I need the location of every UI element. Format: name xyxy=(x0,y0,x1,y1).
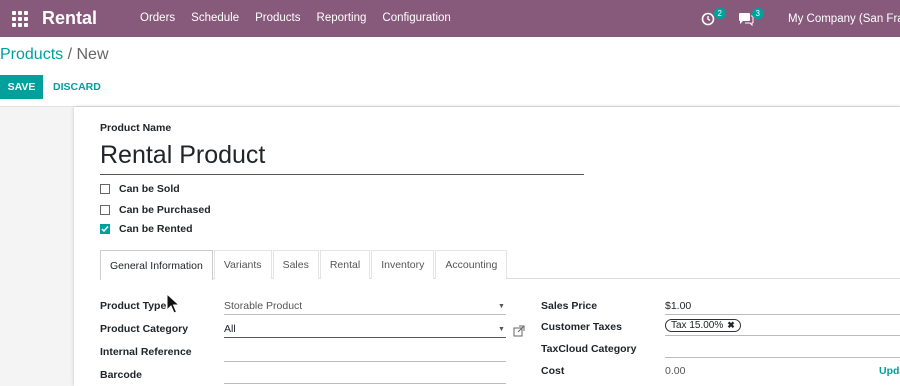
checkbox-checked-box[interactable] xyxy=(100,224,110,234)
can-be-rented-label: Can be Rented xyxy=(119,223,193,235)
product-name-input[interactable]: Rental Product xyxy=(100,139,584,175)
product-type-select[interactable]: Storable Product xyxy=(224,300,302,312)
notebook-tabs: General Information Variants Sales Renta… xyxy=(100,250,900,280)
can-be-sold-checkbox[interactable]: Can be Sold xyxy=(100,183,180,195)
taxcloud-category-input[interactable] xyxy=(665,357,900,358)
cost-value: 0.00 xyxy=(665,365,686,377)
product-category-underline xyxy=(224,337,506,338)
chevron-down-icon[interactable]: ▼ xyxy=(498,303,505,310)
chevron-down-icon[interactable]: ▼ xyxy=(498,326,505,333)
can-be-rented-checkbox[interactable]: Can be Rented xyxy=(100,223,193,235)
activity-clock-icon[interactable]: 2 xyxy=(698,7,726,28)
apps-menu-icon[interactable] xyxy=(0,0,40,37)
product-category-label: Product Category xyxy=(100,323,189,335)
remove-tag-icon[interactable]: ✖ xyxy=(727,320,735,331)
external-link-icon[interactable] xyxy=(513,324,525,337)
internal-reference-input[interactable] xyxy=(224,361,506,362)
menu-item-products[interactable]: Products xyxy=(247,0,308,37)
product-category-input[interactable]: All xyxy=(224,323,236,335)
customer-taxes-label: Customer Taxes xyxy=(541,321,622,333)
control-panel: Products / New SAVE DISCARD xyxy=(0,37,900,107)
checkbox-box[interactable] xyxy=(100,205,110,215)
product-name-label: Product Name xyxy=(100,122,172,134)
save-button[interactable]: SAVE xyxy=(0,75,43,99)
tab-rental[interactable]: Rental xyxy=(319,250,371,279)
messages-chat-icon[interactable]: 3 xyxy=(736,7,764,28)
internal-reference-label: Internal Reference xyxy=(100,346,192,358)
navbar-systray: 2 3 My Company (San Francisco) xyxy=(698,0,900,37)
can-be-sold-label: Can be Sold xyxy=(119,183,180,195)
sales-price-label: Sales Price xyxy=(541,300,598,312)
barcode-input[interactable] xyxy=(224,383,506,384)
breadcrumb: Products / New xyxy=(0,46,109,64)
discard-button[interactable]: DISCARD xyxy=(53,75,101,99)
company-switcher[interactable]: My Company (San Francisco) xyxy=(788,13,900,25)
checkmark-icon xyxy=(101,226,109,233)
menu-item-configuration[interactable]: Configuration xyxy=(374,0,458,37)
checkbox-box[interactable] xyxy=(100,184,110,194)
tab-sales[interactable]: Sales xyxy=(272,250,319,279)
taxcloud-category-label: TaxCloud Category xyxy=(541,343,637,355)
tax-tag-label: Tax 15.00% xyxy=(671,320,724,331)
breadcrumb-products-link[interactable]: Products xyxy=(0,46,63,63)
messages-badge: 3 xyxy=(751,7,764,19)
breadcrumb-separator: / xyxy=(67,46,73,63)
can-be-purchased-label: Can be Purchased xyxy=(119,204,211,216)
tab-general-information[interactable]: General Information xyxy=(100,250,213,280)
tab-variants[interactable]: Variants xyxy=(213,250,272,279)
tax-tag: Tax 15.00% ✖ xyxy=(665,319,741,332)
main-menu: Orders Schedule Products Reporting Confi… xyxy=(140,0,459,37)
menu-item-schedule[interactable]: Schedule xyxy=(183,0,247,37)
tab-accounting[interactable]: Accounting xyxy=(435,250,508,279)
mouse-pointer-icon xyxy=(166,292,181,320)
update-cost-link[interactable]: Upda xyxy=(879,365,900,377)
app-title[interactable]: Rental xyxy=(42,8,140,29)
sales-price-input[interactable]: $1.00 xyxy=(665,300,691,312)
can-be-purchased-checkbox[interactable]: Can be Purchased xyxy=(100,204,211,216)
tab-inventory[interactable]: Inventory xyxy=(371,250,435,279)
top-navbar: Rental Orders Schedule Products Reportin… xyxy=(0,0,900,37)
product-type-underline xyxy=(224,314,506,315)
activity-badge: 2 xyxy=(713,7,726,19)
customer-taxes-underline xyxy=(665,335,900,336)
product-type-label: Product Type xyxy=(100,300,167,312)
form-sheet: Product Name Rental Product Can be Sold … xyxy=(74,107,900,386)
cost-label: Cost xyxy=(541,365,565,377)
sales-price-underline xyxy=(665,314,900,315)
breadcrumb-current: New xyxy=(76,46,109,63)
barcode-label: Barcode xyxy=(100,369,143,381)
menu-item-reporting[interactable]: Reporting xyxy=(309,0,375,37)
menu-item-orders[interactable]: Orders xyxy=(140,0,183,37)
